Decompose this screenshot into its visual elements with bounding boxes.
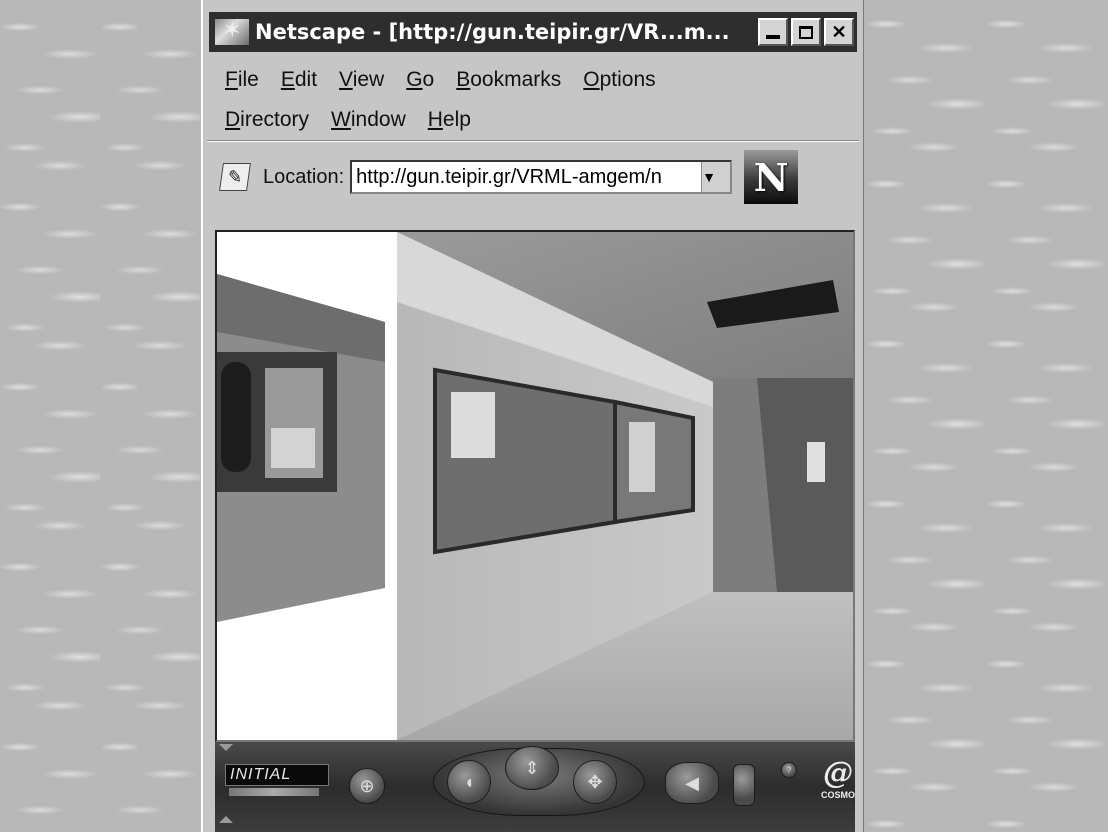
vrml-scene [217,232,853,740]
close-icon: ✕ [831,21,847,42]
vrml-viewport[interactable] [215,230,855,742]
menu-bar: File Edit View Go Bookmarks Options Dire… [225,60,845,140]
menu-window[interactable]: Window [331,108,406,132]
tilt-icon: ◖ [463,771,475,792]
poster-1 [451,392,495,458]
cosmo-logo[interactable]: @ COSMO [821,758,855,810]
slide-button[interactable]: ✥ [573,760,617,804]
tilt-button[interactable]: ◖ [447,760,491,804]
cosmo-logo-text: COSMO [821,790,856,800]
location-dropdown-button[interactable]: ▼ [701,162,731,192]
location-label: Location: [263,165,345,188]
maximize-button[interactable] [791,18,821,46]
toolbar-separator [207,140,859,142]
maximize-icon [799,25,813,39]
collapse-up-icon[interactable] [219,744,233,751]
menu-help[interactable]: Help [428,108,471,132]
play-back-icon: ◀ [685,772,699,793]
cosmo-swirl-icon: @ [823,756,853,791]
location-url: http://gun.teipir.gr/VRML-amgem/n [356,165,662,188]
crosshair-icon: ⊕ [359,775,375,796]
seek-button[interactable]: ⊕ [349,768,385,804]
phone-dial [271,428,315,468]
minimize-button[interactable] [758,18,788,46]
expand-down-icon[interactable] [219,816,233,823]
menu-row-2: Directory Window Help [225,100,845,140]
move-arrows-icon: ✥ [587,771,603,792]
go-button[interactable]: ⇕ [505,746,559,790]
minimize-icon [766,35,780,39]
phone-handset [221,362,251,472]
menu-row-1: File Edit View Go Bookmarks Options [225,60,845,100]
viewpoint-arrows[interactable] [229,788,319,796]
menu-edit[interactable]: Edit [281,68,317,92]
desktop-background-right [862,0,1108,832]
corridor-window [807,442,825,482]
location-input[interactable]: http://gun.teipir.gr/VRML-amgem/n ▼ [350,160,733,194]
walk-arrow-icon: ⇕ [524,757,540,778]
cosmo-player-dashboard: INITIAL ⊕ ◖ ⇕ ✥ ◀ ? @ COSMO [215,742,855,832]
menu-go[interactable]: Go [406,68,434,92]
help-button[interactable]: ? [781,762,797,778]
chevron-down-icon: ▼ [702,169,717,185]
menu-file[interactable]: File [225,68,259,92]
menu-options[interactable]: Options [583,68,655,92]
bookmark-icon[interactable]: ✎ [219,163,251,191]
desktop-background-left [0,0,200,832]
netscape-icon[interactable] [215,17,249,45]
close-button[interactable]: ✕ [824,18,854,46]
browser-window: Netscape - [http://gun.teipir.gr/VR...m.… [201,0,864,832]
undo-move-button[interactable]: ◀ [665,762,719,804]
window-title: Netscape - [http://gun.teipir.gr/VR...m.… [255,20,730,44]
menu-bookmarks[interactable]: Bookmarks [456,68,561,92]
netscape-logo[interactable]: N [744,150,799,204]
title-bar[interactable]: Netscape - [http://gun.teipir.gr/VR...m.… [209,12,857,52]
question-icon: ? [786,765,792,775]
menu-view[interactable]: View [339,68,384,92]
viewpoint-selector[interactable]: INITIAL [225,764,329,786]
location-toolbar: ✎ Location: http://gun.teipir.gr/VRML-am… [219,150,861,204]
gravity-button[interactable] [733,764,755,806]
menu-directory[interactable]: Directory [225,108,309,132]
poster-2 [629,422,655,492]
